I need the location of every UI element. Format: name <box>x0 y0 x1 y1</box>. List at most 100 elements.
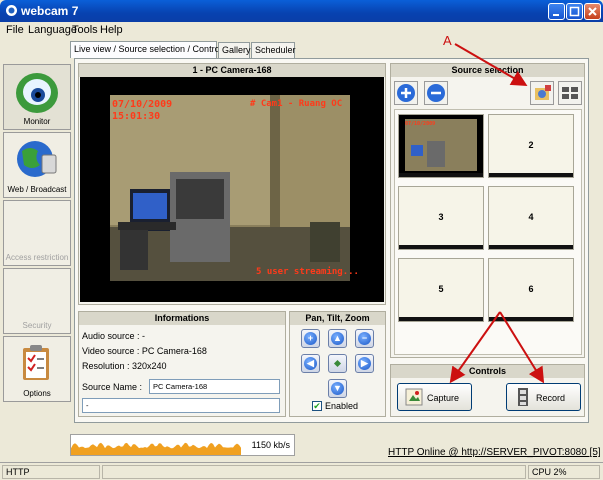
close-icon <box>588 7 597 16</box>
annotation-label-a: A <box>443 33 452 48</box>
tab-scheduler[interactable]: Scheduler <box>251 42 296 58</box>
pan-left-button[interactable]: ◀ <box>301 354 320 373</box>
nav-security-label: Security <box>22 321 52 330</box>
status-empty <box>102 465 526 479</box>
source-selection-title: Source selection <box>391 64 584 77</box>
nav-access-restriction-label: Access restriction <box>5 253 69 262</box>
title-bar: webcam 7 <box>0 0 603 22</box>
bandwidth-meter: 1150 kb/s <box>70 434 295 456</box>
tilt-down-button[interactable]: ▼ <box>328 379 347 398</box>
film-reel-icon <box>518 388 528 406</box>
zoom-out-icon: − <box>358 332 371 345</box>
zoom-in-button[interactable]: + <box>301 329 320 348</box>
svg-text:07/10/2009: 07/10/2009 <box>405 121 435 127</box>
video-panel-title: 1 - PC Camera-168 <box>79 64 385 77</box>
source-slot-3[interactable]: 3 <box>398 186 484 250</box>
maximize-button[interactable] <box>566 3 583 20</box>
http-online-link[interactable]: HTTP Online @ http://SERVER_PIVOT:8080 [… <box>388 447 601 458</box>
source-slot-4[interactable]: 4 <box>488 186 574 250</box>
nav-options[interactable]: Options <box>3 336 71 402</box>
nav-access-restriction[interactable]: Access restriction <box>3 200 71 266</box>
plus-circle-icon <box>397 84 415 102</box>
overlay-stream-status: 5 user streaming... <box>256 267 359 277</box>
source-slot-5[interactable]: 5 <box>398 258 484 322</box>
menu-tools[interactable]: Tools <box>72 24 98 36</box>
zoom-in-icon: + <box>304 332 317 345</box>
home-dot-icon <box>333 359 342 368</box>
capture-button[interactable]: Capture <box>397 383 472 411</box>
source-slot-2[interactable]: 2 <box>488 114 574 178</box>
window-title: webcam 7 <box>21 4 79 18</box>
ptz-group: Pan, Tilt, Zoom + ▲ − ◀ ▶ ▼ ✔ Enabled <box>289 311 386 417</box>
source-selection-group: Source selection 07/10/2009 2 3 4 5 6 <box>390 63 585 358</box>
ptz-enabled-checkbox[interactable]: ✔ <box>312 401 322 411</box>
minimize-icon <box>553 14 559 16</box>
main-panel: 1 - PC Camera-168 07/10/2009 15:01:30 # … <box>74 58 589 423</box>
nav-options-label: Options <box>23 389 51 398</box>
tab-gallery[interactable]: Gallery <box>218 42 251 58</box>
grid-layout-icon <box>562 87 578 99</box>
ptz-enabled-label: Enabled <box>325 401 359 411</box>
video-source-text: Video source : PC Camera-168 <box>82 346 207 356</box>
status-cpu: CPU 2% <box>528 465 600 479</box>
grid-layout-button[interactable] <box>558 81 582 105</box>
source-grid: 07/10/2009 2 3 4 5 6 <box>394 109 582 355</box>
menu-bar: File Language Tools Help <box>0 22 603 38</box>
status-bar: HTTP CPU 2% <box>0 462 603 480</box>
arrow-right-icon: ▶ <box>358 357 371 370</box>
left-navigation: Monitor Web / Broadcast Access restricti… <box>3 64 71 409</box>
source-slot-6[interactable]: 6 <box>488 258 574 322</box>
webcam-icon <box>16 73 58 113</box>
nav-monitor-label: Monitor <box>23 117 51 126</box>
status-http: HTTP <box>2 465 100 479</box>
app-icon <box>6 5 17 16</box>
minus-circle-icon <box>427 84 445 102</box>
source-extra-field[interactable]: - <box>82 398 280 413</box>
record-button[interactable]: Record <box>506 383 581 411</box>
controls-group: Controls Capture Record <box>390 364 585 417</box>
zoom-out-button[interactable]: − <box>355 329 374 348</box>
audio-source-text: Audio source : - <box>82 331 146 341</box>
video-group: 1 - PC Camera-168 07/10/2009 15:01:30 # … <box>78 63 386 305</box>
capture-label: Capture <box>427 393 460 403</box>
minimize-button[interactable] <box>548 3 565 20</box>
ptz-title: Pan, Tilt, Zoom <box>290 312 385 325</box>
source-name-input[interactable]: PC Camera-168 <box>149 379 280 394</box>
nav-monitor[interactable]: Monitor <box>3 64 71 130</box>
add-source-button[interactable] <box>394 81 418 105</box>
tilt-up-button[interactable]: ▲ <box>328 329 347 348</box>
overlay-time: 15:01:30 <box>112 111 161 122</box>
controls-title: Controls <box>391 365 584 378</box>
maximize-icon <box>569 6 580 17</box>
nav-web-broadcast[interactable]: Web / Broadcast <box>3 132 71 198</box>
nav-security[interactable]: Security <box>3 268 71 334</box>
tab-live-view[interactable]: Live view / Source selection / Controls <box>70 41 226 58</box>
bandwidth-rate: 1150 kb/s <box>251 440 290 450</box>
informations-title: Informations <box>79 312 285 325</box>
source-thumbnail-image: 07/10/2009 <box>399 115 483 175</box>
source-settings-button[interactable] <box>530 81 554 105</box>
menu-help[interactable]: Help <box>100 24 123 36</box>
capture-photo-icon <box>405 388 423 406</box>
ptz-home-button[interactable] <box>328 354 347 373</box>
record-label: Record <box>536 393 566 403</box>
remove-source-button[interactable] <box>424 81 448 105</box>
overlay-camera-name: # Cam1 - Ruang OC <box>250 99 343 109</box>
menu-file[interactable]: File <box>6 24 24 36</box>
informations-group: Informations Audio source : - Video sour… <box>78 311 286 417</box>
nav-web-broadcast-label: Web / Broadcast <box>7 185 67 194</box>
arrow-down-icon: ▼ <box>331 382 344 395</box>
close-button[interactable] <box>584 3 601 20</box>
source-slot-1[interactable]: 07/10/2009 <box>398 114 484 178</box>
camera-settings-icon <box>535 85 551 100</box>
menu-language[interactable]: Language <box>28 24 77 36</box>
arrow-left-icon: ◀ <box>304 357 317 370</box>
video-feed[interactable]: 07/10/2009 15:01:30 # Cam1 - Ruang OC 5 … <box>80 77 384 302</box>
pan-right-button[interactable]: ▶ <box>355 354 374 373</box>
arrow-up-icon: ▲ <box>331 332 344 345</box>
clipboard-checklist-icon <box>23 345 49 380</box>
source-name-label: Source Name : <box>82 382 143 392</box>
globe-icon <box>17 141 57 177</box>
resolution-text: Resolution : 320x240 <box>82 361 167 371</box>
overlay-date: 07/10/2009 <box>112 99 173 110</box>
